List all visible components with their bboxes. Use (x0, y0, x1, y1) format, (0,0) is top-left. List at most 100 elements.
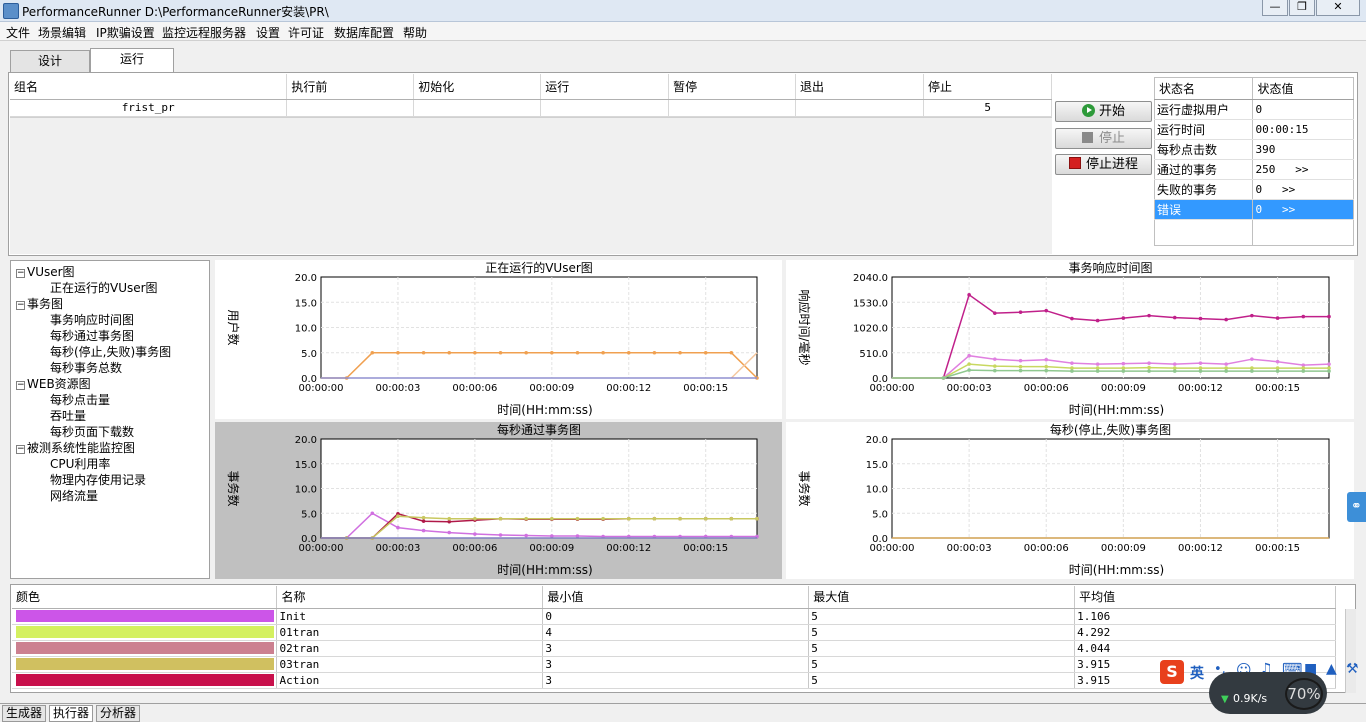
expand-arrow[interactable]: >> (1295, 163, 1308, 176)
menu-help[interactable]: 帮助 (403, 24, 427, 41)
menu-ip-spoof[interactable]: IP欺骗设置 (96, 24, 155, 41)
data-point (1327, 362, 1331, 366)
title-bar: PerformanceRunner D:\PerformanceRunner安装… (0, 0, 1366, 22)
chart-response-time[interactable]: 事务响应时间图 2040.0 1530.0 1020.0 510.0 0.0 00:00:0… (786, 260, 1354, 419)
col-init[interactable]: 初始化 (413, 74, 542, 100)
table-row[interactable]: 02tran 3 5 4.044 (12, 640, 1336, 657)
data-point (1172, 315, 1177, 320)
col-name[interactable]: 名称 (276, 586, 544, 609)
shirt-icon[interactable]: ▲ (1326, 661, 1337, 677)
expand-arrow[interactable]: >> (1282, 183, 1295, 196)
tab-run[interactable]: 运行 (90, 48, 174, 72)
color-cell (12, 656, 278, 673)
menu-settings[interactable]: 设置 (256, 24, 280, 41)
collapse-icon[interactable]: − (16, 269, 25, 278)
y-tick-label: 510.0 (859, 349, 888, 360)
cell-before-run (286, 99, 415, 117)
table-row[interactable]: 03tran 3 5 3.915 (12, 656, 1336, 673)
tree-node-web[interactable]: − WEB资源图 (16, 375, 91, 392)
menu-remote-monitor[interactable]: 监控远程服务器 (162, 24, 246, 41)
menu-scenario-edit[interactable]: 场景编辑 (38, 24, 86, 41)
table-row[interactable]: frist_pr 5 (10, 99, 1053, 117)
col-exited[interactable]: 退出 (795, 74, 924, 100)
x-tick-label: 00:00:12 (606, 383, 651, 394)
status-row[interactable]: 每秒点击数 390 (1154, 139, 1354, 160)
table-row[interactable]: Action 3 5 3.915 (12, 672, 1336, 689)
ime-mode-label[interactable]: 英 (1190, 663, 1204, 683)
status-row[interactable]: 运行时间 00:00:15 (1154, 119, 1354, 140)
table-row[interactable]: 01tran 4 5 4.292 (12, 624, 1336, 641)
tree-leaf-page-downloads[interactable]: 每秒页面下载数 (50, 423, 134, 440)
status-row-selected[interactable]: 错误 0 >> (1154, 199, 1354, 220)
col-max[interactable]: 最大值 (808, 586, 1076, 609)
wrench-icon[interactable]: ⚒ (1346, 661, 1359, 677)
status-name: 运行虚拟用户 (1154, 99, 1254, 120)
tree-leaf-memory[interactable]: 物理内存使用记录 (50, 471, 146, 488)
minimize-button[interactable]: — (1262, 0, 1288, 16)
link-icon[interactable]: ⚭ (1347, 492, 1366, 522)
x-tick-label: 00:00:15 (683, 383, 728, 394)
col-color[interactable]: 颜色 (12, 586, 278, 609)
tab-generator[interactable]: 生成器 (2, 705, 47, 722)
col-avg[interactable]: 平均值 (1074, 586, 1336, 609)
stop-label: 停止 (1098, 131, 1125, 146)
status-row[interactable]: 通过的事务 250 >> (1154, 159, 1354, 180)
start-button[interactable]: 开始 (1055, 101, 1152, 122)
data-point (1070, 369, 1074, 373)
graph-tree: − VUser图 正在运行的VUser图 − 事务图 事务响应时间图 每秒通过事务图… (10, 260, 210, 579)
data-point (1275, 316, 1280, 320)
collapse-icon[interactable]: − (16, 381, 25, 390)
kill-process-button[interactable]: 停止进程 (1055, 154, 1152, 175)
menu-file[interactable]: 文件 (6, 24, 30, 41)
menu-db-config[interactable]: 数据库配置 (334, 24, 394, 41)
y-tick-label: 20.0 (295, 273, 317, 284)
table-row[interactable]: Init 0 5 1.106 (12, 608, 1336, 625)
data-point (626, 350, 631, 355)
tree-leaf-failed-per-sec[interactable]: 每秒(停止,失败)事务图 (50, 343, 171, 360)
tree-leaf-hits[interactable]: 每秒点击量 (50, 391, 110, 408)
sogou-icon[interactable]: S (1160, 660, 1184, 684)
group-grid-background (10, 117, 1052, 254)
tree-node-transaction[interactable]: − 事务图 (16, 295, 63, 312)
tree-leaf-response-time[interactable]: 事务响应时间图 (50, 311, 134, 328)
network-speed-widget[interactable]: ▼ 0.9K/s 70% (1209, 672, 1327, 714)
close-button[interactable]: ✕ (1316, 0, 1360, 16)
tree-leaf-passed-per-sec[interactable]: 每秒通过事务图 (50, 327, 134, 344)
status-row[interactable]: 运行虚拟用户 0 (1154, 99, 1354, 120)
data-point (524, 533, 528, 538)
chart-failed-per-sec[interactable]: 每秒(停止,失败)事务图 20.0 15.0 10.0 5.0 0.0 00:00:00 00… (786, 422, 1354, 579)
x-tick-label: 00:00:09 (1101, 543, 1146, 554)
tree-leaf-total-per-sec[interactable]: 每秒事务总数 (50, 359, 122, 376)
data-point (1044, 308, 1049, 313)
tab-executor[interactable]: 执行器 (49, 705, 94, 722)
maximize-button[interactable]: ❐ (1289, 0, 1315, 16)
cell-group-name: frist_pr (10, 99, 288, 117)
tab-analyzer[interactable]: 分析器 (96, 705, 141, 722)
data-point (993, 357, 997, 361)
menu-license[interactable]: 许可证 (288, 24, 324, 41)
data-point (967, 368, 971, 372)
tree-node-vuser[interactable]: − VUser图 (16, 263, 75, 280)
col-paused[interactable]: 暂停 (668, 74, 797, 100)
tree-node-system-monitor[interactable]: − 被测系统性能监控图 (16, 439, 135, 456)
chart-passed-per-sec[interactable]: 每秒通过事务图 20.0 15.0 10.0 5.0 0.0 00:00:00 00:00:0… (215, 422, 782, 579)
col-stopped[interactable]: 停止 (923, 74, 1053, 100)
col-group-name[interactable]: 组名 (10, 74, 288, 100)
expand-arrow[interactable]: >> (1282, 203, 1295, 216)
tree-leaf-cpu[interactable]: CPU利用率 (50, 455, 110, 472)
status-row[interactable]: 失败的事务 0 >> (1154, 179, 1354, 200)
col-min[interactable]: 最小值 (542, 586, 810, 609)
tab-design[interactable]: 设计 (10, 50, 90, 72)
tree-leaf-network[interactable]: 网络流量 (50, 487, 98, 504)
data-point (1224, 369, 1228, 373)
tree-leaf-throughput[interactable]: 吞吐量 (50, 407, 86, 424)
collapse-icon[interactable]: − (16, 301, 25, 310)
collapse-icon[interactable]: − (16, 445, 25, 454)
chart-running-vuser[interactable]: 正在运行的VUser图 20.0 15.0 10.0 5.0 0.0 00:00:00 00:… (215, 260, 782, 419)
stop-button[interactable]: 停止 (1055, 128, 1152, 149)
status-value: 390 (1252, 139, 1354, 160)
tree-leaf-running-vuser[interactable]: 正在运行的VUser图 (50, 279, 158, 296)
col-running[interactable]: 运行 (540, 74, 670, 100)
status-name: 运行时间 (1154, 119, 1254, 140)
col-before-run[interactable]: 执行前 (286, 74, 415, 100)
